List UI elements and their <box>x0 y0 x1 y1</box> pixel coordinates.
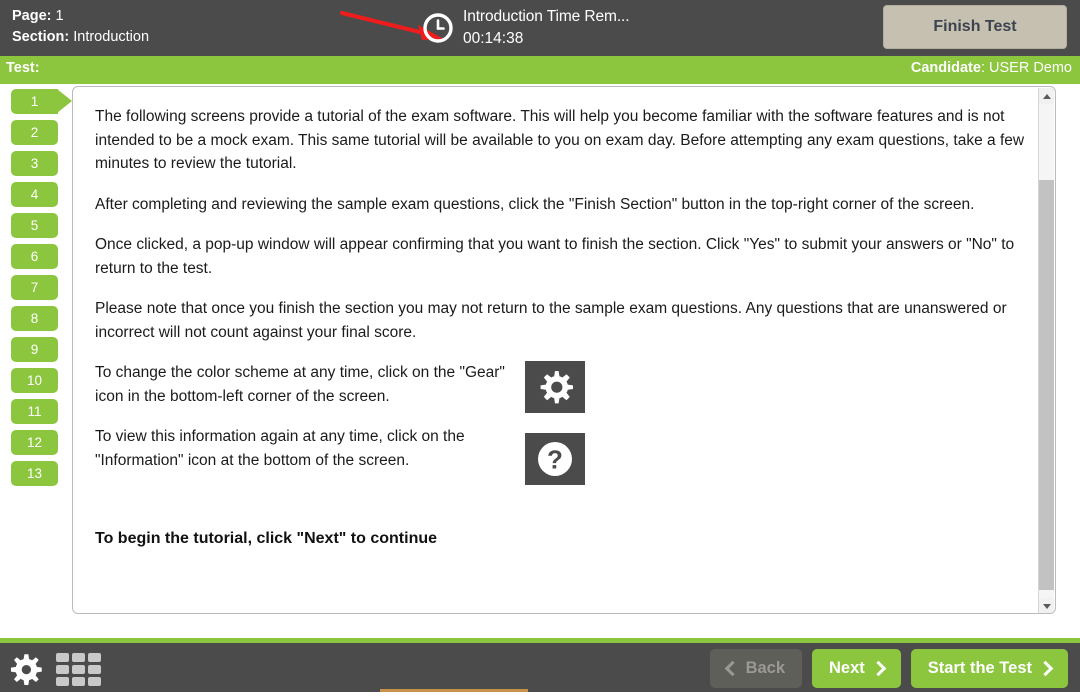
finish-test-button[interactable]: Finish Test <box>883 5 1067 49</box>
main-area: 1 2 3 4 5 6 7 8 9 10 11 12 13 The follow… <box>0 84 1080 638</box>
page-button-8[interactable]: 8 <box>11 306 58 331</box>
grid-icon[interactable] <box>56 652 101 686</box>
question-mark-icon: ? <box>538 442 572 476</box>
page-button-1[interactable]: 1 <box>11 89 72 114</box>
exam-software-window: Page: 1 Section: Introduction Introducti… <box>0 0 1080 696</box>
next-button[interactable]: Next <box>812 649 901 688</box>
grid-cell <box>56 676 69 686</box>
intro-paragraph-4: Please note that once you finish the sec… <box>95 300 1007 341</box>
page-button-label: 8 <box>30 311 39 326</box>
grid-cell <box>88 676 101 686</box>
chevron-down-icon <box>1042 603 1051 609</box>
gear-instruction-text: To change the color scheme at any time, … <box>95 364 505 405</box>
chevron-up-icon <box>1042 93 1051 99</box>
page-button-label: 4 <box>30 187 39 202</box>
page-label: Page: <box>12 8 52 24</box>
page-button-label: 9 <box>30 342 39 357</box>
page-value: 1 <box>55 8 64 24</box>
candidate-value: USER Demo <box>989 60 1072 76</box>
test-info-bar: Test: Candidate: USER Demo <box>0 56 1080 84</box>
footer-tools <box>9 652 101 686</box>
page-button-11[interactable]: 11 <box>11 399 58 424</box>
grid-cell <box>88 664 101 674</box>
timer-value: 00:14:38 <box>463 30 524 47</box>
section-info-line: Section: Introduction <box>12 27 149 48</box>
intro-paragraph-1: The following screens provide a tutorial… <box>95 108 1025 172</box>
begin-tutorial-note: To begin the tutorial, click "Next" to c… <box>95 530 438 547</box>
page-button-7[interactable]: 7 <box>11 275 58 300</box>
test-name: Test: <box>6 60 40 76</box>
page-info-line: Page: 1 <box>12 6 149 27</box>
page-button-13[interactable]: 13 <box>11 461 58 486</box>
candidate-label: Candidate <box>910 60 981 76</box>
candidate-info: Candidate: USER Demo <box>911 60 1072 76</box>
next-label: Next <box>829 659 865 677</box>
page-navigator-sidebar: 1 2 3 4 5 6 7 8 9 10 11 12 13 <box>0 84 72 638</box>
page-section-info: Page: 1 Section: Introduction <box>12 6 149 48</box>
page-button-label: 11 <box>27 404 42 419</box>
gear-icon-illustration <box>525 361 585 413</box>
back-label: Back <box>745 659 786 677</box>
gear-icon[interactable] <box>9 652 43 686</box>
page-button-9[interactable]: 9 <box>11 337 58 362</box>
current-page-pointer-icon <box>57 89 72 113</box>
svg-text:?: ? <box>547 445 563 475</box>
page-button-label: 12 <box>26 435 43 450</box>
grid-cell <box>72 664 85 674</box>
page-button-label: 6 <box>30 249 39 264</box>
scroll-down-button[interactable] <box>1039 598 1054 613</box>
grid-cell <box>56 652 69 662</box>
content-panel: The following screens provide a tutorial… <box>72 86 1056 614</box>
chevron-right-icon <box>1037 660 1054 677</box>
intro-paragraph-2: After completing and reviewing the sampl… <box>95 195 975 213</box>
scroll-up-button[interactable] <box>1039 88 1054 104</box>
page-button-6[interactable]: 6 <box>11 244 58 269</box>
finish-test-label: Finish Test <box>933 18 1017 35</box>
page-button-3[interactable]: 3 <box>11 151 58 176</box>
page-button-label: 3 <box>30 156 39 171</box>
page-button-12[interactable]: 12 <box>11 430 58 455</box>
intro-paragraph-3: Once clicked, a pop-up window will appea… <box>95 236 1015 277</box>
page-button-label: 13 <box>26 466 43 481</box>
top-header-bar: Page: 1 Section: Introduction Introducti… <box>0 0 1080 56</box>
gear-icon <box>540 371 573 404</box>
tutorial-content: The following screens provide a tutorial… <box>95 105 1035 548</box>
page-button-4[interactable]: 4 <box>11 182 58 207</box>
timer-block: Introduction Time Rem... 00:14:38 <box>422 6 630 50</box>
page-button-label: 7 <box>30 280 39 295</box>
information-icon-illustration: ? <box>525 433 585 485</box>
grid-cell <box>88 652 101 662</box>
info-instruction-row: To view this information again at any ti… <box>95 425 1035 489</box>
grid-cell <box>72 652 85 662</box>
gear-instruction-row: To change the color scheme at any time, … <box>95 361 1035 425</box>
page-button-label: 2 <box>30 125 39 140</box>
section-label: Section: <box>12 29 70 45</box>
footer-toolbar: Back Next Start the Test <box>0 643 1080 692</box>
timer-text: Introduction Time Rem... 00:14:38 <box>463 6 630 50</box>
page-button-5[interactable]: 5 <box>11 213 58 238</box>
section-value: Introduction <box>73 29 150 45</box>
timer-label: Introduction Time Rem... <box>463 8 630 25</box>
navigation-buttons: Back Next Start the Test <box>709 649 1068 688</box>
start-the-test-button[interactable]: Start the Test <box>910 649 1068 688</box>
candidate-colon: : <box>980 60 989 76</box>
page-button-10[interactable]: 10 <box>11 368 58 393</box>
back-button[interactable]: Back <box>709 649 803 688</box>
grid-cell <box>56 664 69 674</box>
test-label: Test: <box>6 60 40 76</box>
bottom-accent-tab <box>380 689 528 692</box>
page-button-label: 10 <box>26 373 43 388</box>
start-label: Start the Test <box>927 659 1032 677</box>
page-button-label: 1 <box>30 94 39 109</box>
chevron-left-icon <box>724 660 740 677</box>
page-button-2[interactable]: 2 <box>11 120 58 145</box>
scrollbar-thumb[interactable] <box>1039 180 1054 590</box>
page-button-label: 5 <box>30 218 39 233</box>
info-instruction-text: To view this information again at any ti… <box>95 428 465 469</box>
grid-cell <box>72 676 85 686</box>
chevron-right-icon <box>870 660 887 677</box>
content-scrollbar[interactable] <box>1038 88 1054 613</box>
clock-icon <box>423 13 453 43</box>
